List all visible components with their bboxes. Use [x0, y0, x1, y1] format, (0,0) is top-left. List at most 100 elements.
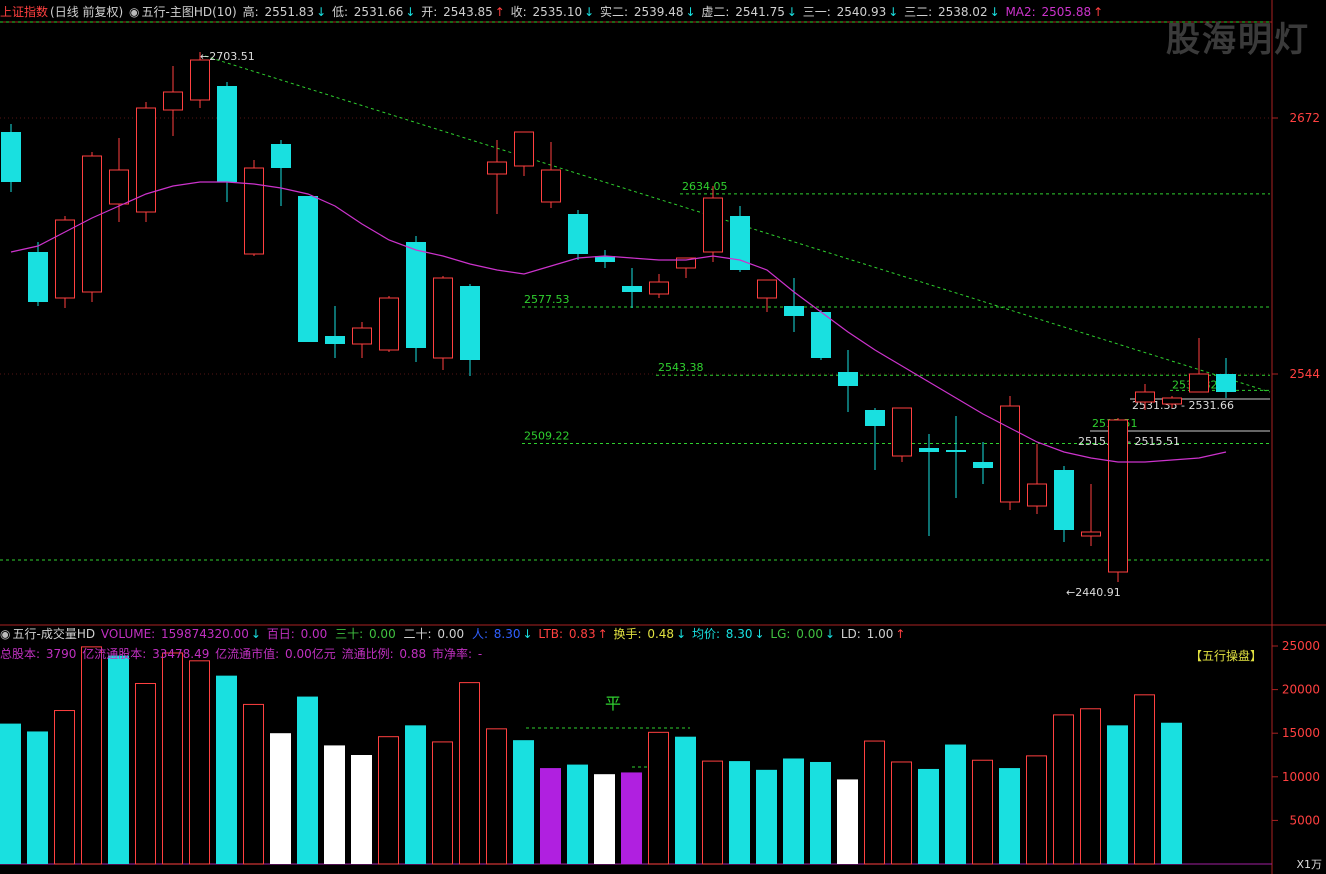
volume-bar-down	[756, 769, 777, 864]
down-arrow-icon: ↓	[786, 5, 797, 19]
candle-body-down	[811, 312, 831, 358]
header-field-label: 开:	[417, 5, 438, 19]
volume-bar-down	[0, 723, 21, 864]
stat-value: 3790	[42, 647, 81, 661]
candle-body-down	[730, 216, 750, 270]
header-field-label: 实二:	[596, 5, 629, 19]
candle-body-down	[1, 132, 21, 182]
candle-body-down	[28, 252, 48, 302]
candle-body-up	[109, 169, 129, 205]
index-name[interactable]: 上证指数	[0, 5, 48, 19]
volume-bar-down	[297, 696, 318, 864]
volume-bar-up	[54, 710, 75, 865]
candle-body-up	[1162, 397, 1182, 405]
candle-body-up	[757, 279, 777, 299]
header-field-value: 2539.48	[630, 5, 684, 19]
header-field-value: 2540.93	[832, 5, 887, 19]
volume-field-value: 1.00	[862, 627, 894, 641]
stat-value: 0.88	[395, 647, 430, 661]
header-field-value: 2538.02	[934, 5, 988, 19]
volume-tick-label: 15000	[1282, 726, 1320, 740]
candle-body-down	[460, 286, 480, 360]
header-field-label: 三一:	[798, 5, 831, 19]
candle-body-up	[1027, 483, 1047, 507]
volume-bar-purple	[621, 772, 642, 864]
volume-header: ◉ 五行-成交量HD VOLUME: 159874320.00 ↓ 百日: 0.00…	[0, 624, 1326, 644]
candle-body-up	[1189, 373, 1209, 393]
period-mode[interactable]: (日线 前复权)	[50, 5, 123, 19]
stat-value: 33478.49	[148, 647, 214, 661]
main-chart-header: 上证指数 (日线 前复权) ◉ 五行-主图HD(10) 高: 2551.83 ↓ 低:…	[0, 2, 1326, 22]
settings-circle-icon[interactable]: ◉	[129, 5, 139, 19]
down-arrow-icon: ↓	[522, 627, 533, 641]
volume-field-value: 0.00	[433, 627, 465, 641]
settings-circle-icon[interactable]: ◉	[0, 627, 10, 641]
down-arrow-icon: ↓	[405, 5, 416, 19]
volume-field-value: 159874320.00	[157, 627, 249, 641]
volume-field-label: LTB:	[534, 627, 564, 641]
volume-field-value: 0.00	[792, 627, 823, 641]
volume-bar-layer	[0, 646, 1182, 865]
candle-body-down	[298, 196, 318, 342]
stat-label: 流通比例:	[341, 647, 394, 661]
candle-body-up	[163, 91, 183, 111]
volume-bar-down	[27, 731, 48, 864]
volume-bar-down	[513, 740, 534, 864]
candle-body-up	[649, 281, 669, 295]
up-arrow-icon: ↑	[895, 627, 906, 641]
up-arrow-icon: ↑	[494, 5, 505, 19]
wuxing-badge[interactable]: 【五行操盘】	[1190, 647, 1262, 664]
stat-label: 总股本:	[0, 647, 41, 661]
volume-field-label: LD:	[837, 627, 861, 641]
header-field-value: 2541.75	[731, 5, 785, 19]
watermark-logo: 股海明灯	[1166, 20, 1310, 60]
volume-tick-label: 10000	[1282, 770, 1320, 784]
candle-body-up	[487, 161, 507, 175]
candle-body-up	[244, 167, 264, 255]
volume-bar-down	[945, 744, 966, 864]
volume-indicator-name[interactable]: 五行-成交量HD	[12, 627, 95, 641]
stat-label: 市净率:	[431, 647, 473, 661]
up-arrow-icon: ↑	[1093, 5, 1104, 19]
candle-body-down	[271, 144, 291, 168]
down-arrow-icon: ↓	[888, 5, 899, 19]
volume-bar-up	[1134, 694, 1155, 865]
volume-bar-up	[135, 682, 156, 865]
volume-bar-white	[594, 774, 615, 864]
candle-body-down	[973, 462, 993, 468]
volume-bar-down	[810, 761, 831, 864]
volume-bar-down	[108, 655, 129, 864]
candle-body-up	[1000, 405, 1020, 503]
volume-bar-down	[1161, 722, 1182, 864]
volume-field-label: VOLUME:	[100, 627, 156, 641]
volume-bar-up	[972, 759, 993, 865]
main-indicator-name[interactable]: 五行-主图HD(10)	[142, 5, 237, 19]
volume-bar-up	[702, 760, 723, 865]
stat-label: 亿流通市值:	[215, 647, 280, 661]
volume-bar-down	[999, 768, 1020, 864]
level-label: 2634.05	[682, 180, 728, 193]
volume-field-label: 换手:	[609, 627, 642, 641]
volume-bar-up	[459, 682, 480, 865]
price-tick-label: 2544	[1289, 367, 1320, 381]
volume-bar-up	[1080, 708, 1101, 865]
stat-value: -	[474, 647, 483, 661]
volume-field-value: 0.00	[296, 627, 328, 641]
candle-body-down	[865, 410, 885, 426]
volume-field-value: 0.00	[365, 627, 396, 641]
header-field-label: 低:	[328, 5, 348, 19]
header-field-label: 三二:	[900, 5, 933, 19]
candle-body-down	[838, 372, 858, 386]
volume-bar-down	[567, 764, 588, 864]
header-field-label: 收:	[506, 5, 527, 19]
volume-bar-up	[486, 728, 507, 865]
candle-body-up	[379, 297, 399, 351]
volume-bar-down	[405, 725, 426, 864]
price-tick-label: 2672	[1289, 111, 1320, 125]
header-field-value: 2505.88	[1037, 5, 1092, 19]
volume-bar-up	[1053, 714, 1074, 865]
volume-field-label: 人:	[468, 627, 488, 641]
main-header-fields: 高: 2551.83 ↓ 低: 2531.66 ↓ 开: 2543.85 ↑ 收: 2…	[243, 5, 1106, 19]
volume-bar-up	[81, 646, 102, 865]
volume-bar-down	[729, 761, 750, 864]
